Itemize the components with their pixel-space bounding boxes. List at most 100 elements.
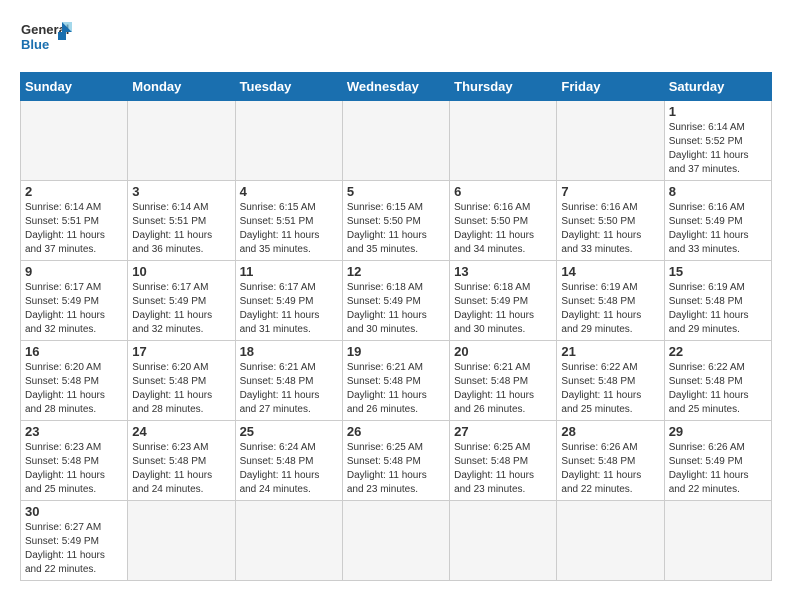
weekday-wednesday: Wednesday	[342, 73, 449, 101]
calendar-row-3: 9 Sunrise: 6:17 AM Sunset: 5:49 PM Daylig…	[21, 261, 772, 341]
calendar-cell: 14 Sunrise: 6:19 AM Sunset: 5:48 PM Dayli…	[557, 261, 664, 341]
calendar-cell: 11Sunrise: 6:17 AM Sunset: 5:49 PM Dayli…	[235, 261, 342, 341]
day-info: Sunrise: 6:14 AM Sunset: 5:51 PM Dayligh…	[132, 201, 230, 257]
calendar-cell	[557, 501, 664, 581]
day-info: Sunrise: 6:14 AM Sunset: 5:51 PM Dayligh…	[25, 201, 123, 257]
day-number: 23	[25, 424, 123, 439]
day-info: Sunrise: 6:18 AM Sunset: 5:49 PM Dayligh…	[347, 281, 445, 337]
calendar-cell: 16Sunrise: 6:20 AM Sunset: 5:48 PM Dayli…	[21, 341, 128, 421]
calendar-cell: 19Sunrise: 6:21 AM Sunset: 5:48 PM Dayli…	[342, 341, 449, 421]
day-info: Sunrise: 6:25 AM Sunset: 5:48 PM Dayligh…	[454, 441, 552, 497]
day-info: Sunrise: 6:27 AM Sunset: 5:49 PM Dayligh…	[25, 521, 123, 577]
calendar-cell: 28 Sunrise: 6:26 AM Sunset: 5:48 PM Dayli…	[557, 421, 664, 501]
day-number: 4	[240, 184, 338, 199]
day-info: Sunrise: 6:16 AM Sunset: 5:49 PM Dayligh…	[669, 201, 767, 257]
logo-svg: General Blue	[20, 16, 72, 60]
day-info: Sunrise: 6:21 AM Sunset: 5:48 PM Dayligh…	[454, 361, 552, 417]
calendar-cell: 13 Sunrise: 6:18 AM Sunset: 5:49 PM Dayli…	[450, 261, 557, 341]
day-number: 14	[561, 264, 659, 279]
day-info: Sunrise: 6:23 AM Sunset: 5:48 PM Dayligh…	[25, 441, 123, 497]
day-info: Sunrise: 6:18 AM Sunset: 5:49 PM Dayligh…	[454, 281, 552, 337]
calendar-cell	[664, 501, 771, 581]
day-number: 22	[669, 344, 767, 359]
calendar-cell	[21, 101, 128, 181]
weekday-friday: Friday	[557, 73, 664, 101]
calendar-cell: 26Sunrise: 6:25 AM Sunset: 5:48 PM Dayli…	[342, 421, 449, 501]
day-info: Sunrise: 6:15 AM Sunset: 5:50 PM Dayligh…	[347, 201, 445, 257]
day-number: 9	[25, 264, 123, 279]
weekday-saturday: Saturday	[664, 73, 771, 101]
day-number: 1	[669, 104, 767, 119]
calendar-cell: 10 Sunrise: 6:17 AM Sunset: 5:49 PM Dayli…	[128, 261, 235, 341]
day-info: Sunrise: 6:22 AM Sunset: 5:48 PM Dayligh…	[561, 361, 659, 417]
calendar-cell: 18Sunrise: 6:21 AM Sunset: 5:48 PM Dayli…	[235, 341, 342, 421]
calendar-cell: 12 Sunrise: 6:18 AM Sunset: 5:49 PM Dayli…	[342, 261, 449, 341]
calendar-cell: 17 Sunrise: 6:20 AM Sunset: 5:48 PM Dayli…	[128, 341, 235, 421]
calendar-cell: 9 Sunrise: 6:17 AM Sunset: 5:49 PM Daylig…	[21, 261, 128, 341]
calendar-cell: 29Sunrise: 6:26 AM Sunset: 5:49 PM Dayli…	[664, 421, 771, 501]
day-info: Sunrise: 6:24 AM Sunset: 5:48 PM Dayligh…	[240, 441, 338, 497]
day-number: 20	[454, 344, 552, 359]
day-number: 27	[454, 424, 552, 439]
calendar-row-5: 23 Sunrise: 6:23 AM Sunset: 5:48 PM Dayli…	[21, 421, 772, 501]
page-header: General Blue	[20, 16, 772, 60]
calendar-cell: 21 Sunrise: 6:22 AM Sunset: 5:48 PM Dayli…	[557, 341, 664, 421]
calendar-cell	[557, 101, 664, 181]
weekday-thursday: Thursday	[450, 73, 557, 101]
day-info: Sunrise: 6:23 AM Sunset: 5:48 PM Dayligh…	[132, 441, 230, 497]
day-number: 13	[454, 264, 552, 279]
day-number: 10	[132, 264, 230, 279]
calendar-cell: 4 Sunrise: 6:15 AM Sunset: 5:51 PM Daylig…	[235, 181, 342, 261]
logo: General Blue	[20, 16, 72, 60]
day-info: Sunrise: 6:17 AM Sunset: 5:49 PM Dayligh…	[132, 281, 230, 337]
day-number: 26	[347, 424, 445, 439]
calendar-row-2: 2Sunrise: 6:14 AM Sunset: 5:51 PM Daylig…	[21, 181, 772, 261]
weekday-header-row: SundayMondayTuesdayWednesdayThursdayFrid…	[21, 73, 772, 101]
calendar-cell: 3 Sunrise: 6:14 AM Sunset: 5:51 PM Daylig…	[128, 181, 235, 261]
day-info: Sunrise: 6:17 AM Sunset: 5:49 PM Dayligh…	[240, 281, 338, 337]
day-info: Sunrise: 6:17 AM Sunset: 5:49 PM Dayligh…	[25, 281, 123, 337]
calendar-cell	[450, 101, 557, 181]
day-number: 7	[561, 184, 659, 199]
day-info: Sunrise: 6:16 AM Sunset: 5:50 PM Dayligh…	[561, 201, 659, 257]
weekday-tuesday: Tuesday	[235, 73, 342, 101]
day-info: Sunrise: 6:19 AM Sunset: 5:48 PM Dayligh…	[561, 281, 659, 337]
day-number: 12	[347, 264, 445, 279]
calendar-cell	[235, 501, 342, 581]
day-number: 29	[669, 424, 767, 439]
day-number: 15	[669, 264, 767, 279]
day-number: 6	[454, 184, 552, 199]
day-info: Sunrise: 6:15 AM Sunset: 5:51 PM Dayligh…	[240, 201, 338, 257]
day-number: 5	[347, 184, 445, 199]
calendar-cell	[128, 501, 235, 581]
day-number: 3	[132, 184, 230, 199]
weekday-monday: Monday	[128, 73, 235, 101]
day-info: Sunrise: 6:16 AM Sunset: 5:50 PM Dayligh…	[454, 201, 552, 257]
calendar-cell	[342, 501, 449, 581]
day-info: Sunrise: 6:22 AM Sunset: 5:48 PM Dayligh…	[669, 361, 767, 417]
day-number: 30	[25, 504, 123, 519]
calendar-cell: 27 Sunrise: 6:25 AM Sunset: 5:48 PM Dayli…	[450, 421, 557, 501]
day-number: 16	[25, 344, 123, 359]
day-number: 21	[561, 344, 659, 359]
calendar-cell: 6 Sunrise: 6:16 AM Sunset: 5:50 PM Daylig…	[450, 181, 557, 261]
day-number: 8	[669, 184, 767, 199]
svg-text:Blue: Blue	[21, 37, 49, 52]
calendar-cell: 2Sunrise: 6:14 AM Sunset: 5:51 PM Daylig…	[21, 181, 128, 261]
day-number: 28	[561, 424, 659, 439]
day-number: 17	[132, 344, 230, 359]
calendar-table: SundayMondayTuesdayWednesdayThursdayFrid…	[20, 72, 772, 581]
day-info: Sunrise: 6:19 AM Sunset: 5:48 PM Dayligh…	[669, 281, 767, 337]
calendar-cell	[450, 501, 557, 581]
calendar-row-4: 16 Sunrise: 6:20 AM Sunset: 5:48 PM Dayli…	[21, 341, 772, 421]
day-info: Sunrise: 6:21 AM Sunset: 5:48 PM Dayligh…	[347, 361, 445, 417]
calendar-cell	[342, 101, 449, 181]
calendar-row-6: 30 Sunrise: 6:27 AM Sunset: 5:49 PM Dayli…	[21, 501, 772, 581]
calendar-cell: 24 Sunrise: 6:23 AM Sunset: 5:48 PM Dayli…	[128, 421, 235, 501]
day-info: Sunrise: 6:26 AM Sunset: 5:48 PM Dayligh…	[561, 441, 659, 497]
calendar-cell: 20 Sunrise: 6:21 AM Sunset: 5:48 PM Dayli…	[450, 341, 557, 421]
day-info: Sunrise: 6:14 AM Sunset: 5:52 PM Dayligh…	[669, 121, 767, 177]
day-info: Sunrise: 6:20 AM Sunset: 5:48 PM Dayligh…	[132, 361, 230, 417]
calendar-cell	[128, 101, 235, 181]
day-number: 24	[132, 424, 230, 439]
